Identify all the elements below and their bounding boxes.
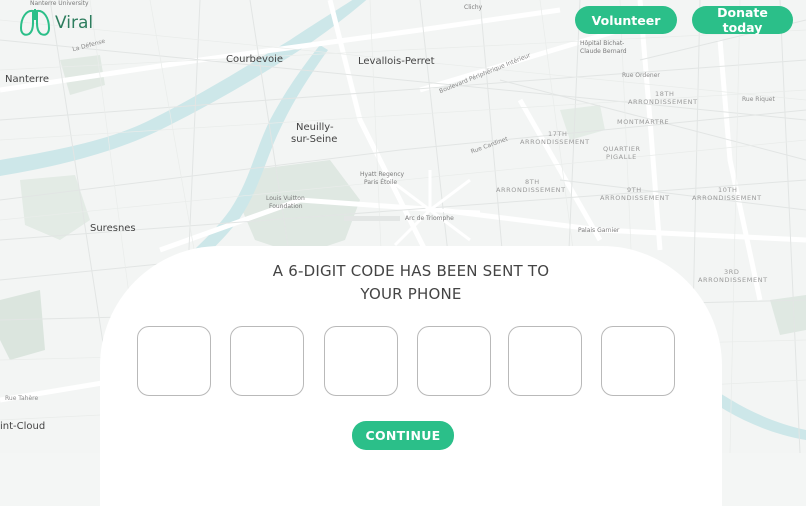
map-label-arr9-2: ARRONDISSEMENT <box>600 194 670 202</box>
map-label-rue-tahere: Rue Tahère <box>5 395 39 402</box>
verification-panel: A 6-DIGIT CODE HAS BEEN SENT TO YOUR PHO… <box>100 246 722 506</box>
map-label-rue-ordener: Rue Ordener <box>622 72 660 79</box>
map-label-university: Nanterre University <box>30 0 89 7</box>
map-label-arr3-1: 3RD <box>724 268 740 276</box>
map-label-arr17-2: ARRONDISSEMENT <box>520 138 590 146</box>
map-label-rue-riquet: Rue Riquet <box>742 96 775 103</box>
map-label-clichy: Clichy <box>464 4 483 11</box>
map-label-pigalle-1: QUARTIER <box>603 145 641 153</box>
map-label-palais-garnier: Palais Garnier <box>578 227 620 234</box>
code-digit-5[interactable] <box>508 326 582 396</box>
map-label-louis-vuitton-2: Foundation <box>269 203 303 210</box>
map-label-louis-vuitton-1: Louis Vuitton <box>266 195 305 202</box>
map-label-hyatt-2: Paris Étoile <box>364 179 398 186</box>
map-label-neuilly-1: Neuilly- <box>296 122 334 133</box>
code-digit-2[interactable] <box>230 326 304 396</box>
map-label-pigalle-2: PIGALLE <box>606 153 637 161</box>
verification-title: A 6-DIGIT CODE HAS BEEN SENT TO YOUR PHO… <box>100 260 722 306</box>
continue-button[interactable]: CONTINUE <box>352 421 454 450</box>
map-label-arr18-2: ARRONDISSEMENT <box>628 98 698 106</box>
map-label-arr10-2: ARRONDISSEMENT <box>692 194 762 202</box>
map-label-arr10-1: 10TH <box>718 186 738 194</box>
verification-title-line-2: YOUR PHONE <box>360 285 462 303</box>
map-label-arr8-1: 8TH <box>525 178 540 186</box>
brand-name: Viral <box>55 13 94 33</box>
code-digit-6[interactable] <box>601 326 675 396</box>
map-label-arr17-1: 17TH <box>548 130 568 138</box>
code-digit-4[interactable] <box>417 326 491 396</box>
map-label-arr9-1: 9TH <box>627 186 642 194</box>
brand-logo[interactable]: Viral <box>18 8 93 38</box>
donate-button[interactable]: Donate today <box>692 5 793 35</box>
map-label-courbevoie: Courbevoie <box>226 54 284 65</box>
map-label-hyatt-1: Hyatt Regency <box>360 171 405 178</box>
map-label-nanterre: Nanterre <box>5 74 49 85</box>
map-label-levallois: Levallois-Perret <box>358 56 435 67</box>
code-digit-3[interactable] <box>324 326 398 396</box>
lungs-icon <box>18 8 52 38</box>
map-label-montmartre: MONTMARTRE <box>617 118 670 126</box>
volunteer-button[interactable]: Volunteer <box>575 6 677 34</box>
map-label-arc-de-triomphe: Arc de Triomphe <box>405 215 454 222</box>
map-label-neuilly-2: sur-Seine <box>291 134 338 145</box>
map-label-hopital-1: Hôpital Bichat- <box>580 40 625 47</box>
code-digit-1[interactable] <box>137 326 211 396</box>
map-label-suresnes: Suresnes <box>90 223 136 234</box>
verification-title-line-1: A 6-DIGIT CODE HAS BEEN SENT TO <box>272 262 550 280</box>
map-label-arr18-1: 18TH <box>655 90 675 98</box>
map-label-hopital-2: Claude Bernard <box>580 48 627 55</box>
map-label-arr8-2: ARRONDISSEMENT <box>496 186 566 194</box>
map-label-saint-cloud: int-Cloud <box>0 421 46 432</box>
